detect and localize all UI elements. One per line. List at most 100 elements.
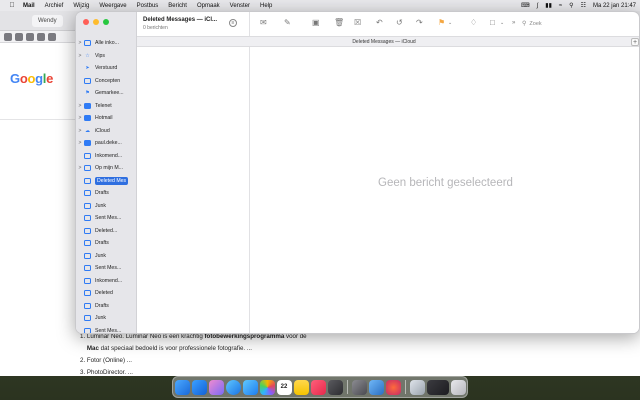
- firefox-icon[interactable]: [385, 379, 401, 395]
- fullscreen-icon[interactable]: [103, 19, 109, 25]
- mailbox-item[interactable]: Junk: [76, 200, 137, 213]
- message-list[interactable]: [137, 47, 250, 333]
- mail-icon[interactable]: [242, 379, 258, 395]
- mailbox-item[interactable]: Sent Mes...: [76, 325, 137, 333]
- battery-icon[interactable]: ▮▮: [545, 2, 552, 9]
- download-folder-icon[interactable]: [409, 379, 425, 395]
- mailbox-item[interactable]: Deleted Mes: [76, 175, 137, 188]
- search-placeholder: Zoek: [529, 20, 542, 27]
- mailbox-item[interactable]: Drafts: [76, 300, 137, 313]
- more-icon[interactable]: »: [512, 19, 515, 27]
- photos-icon[interactable]: [259, 379, 275, 395]
- chevron-right-icon[interactable]: >: [76, 115, 84, 121]
- flag-icon[interactable]: ⚑: [438, 19, 445, 27]
- tab-deleted-messages[interactable]: Deleted Messages — iCloud: [137, 39, 631, 45]
- menu-help[interactable]: Help: [255, 3, 277, 9]
- menu-venster[interactable]: Venster: [225, 3, 255, 9]
- menu-bericht[interactable]: Bericht: [163, 3, 192, 9]
- envelope-icon[interactable]: ✉: [260, 19, 267, 27]
- reply-icon[interactable]: ↶: [376, 19, 383, 27]
- chevron-right-icon[interactable]: >: [76, 140, 84, 146]
- chevron-right-icon[interactable]: >: [76, 53, 84, 59]
- mailbox-item[interactable]: Junk: [76, 250, 137, 263]
- wifi-icon[interactable]: ≈: [559, 3, 562, 9]
- mailbox-item[interactable]: Inkomend...: [76, 275, 137, 288]
- bookmark-icon[interactable]: [37, 32, 45, 41]
- tab-strip: Deleted Messages — iCloud +: [137, 36, 639, 47]
- mailbox-item[interactable]: Deleted...: [76, 225, 137, 238]
- trash-icon[interactable]: [450, 379, 466, 395]
- chevron-right-icon[interactable]: >: [76, 128, 84, 134]
- chevron-right-icon[interactable]: >: [76, 40, 84, 46]
- calendar-icon[interactable]: 22: [276, 379, 292, 395]
- new-tab-button[interactable]: +: [631, 38, 639, 46]
- trash-icon[interactable]: 🗑: [334, 19, 344, 27]
- minimize-icon[interactable]: [93, 19, 99, 25]
- screenshot-icon[interactable]: [327, 379, 343, 395]
- mailbox-item[interactable]: Sent Mes...: [76, 212, 137, 225]
- mailbox-label: Sent Mes...: [95, 265, 122, 272]
- menu-wijzig[interactable]: Wijzig: [68, 3, 94, 9]
- mailbox-item[interactable]: > Alle inko...: [76, 37, 137, 50]
- mailbox-item[interactable]: > ☁ iCloud: [76, 125, 137, 138]
- music-icon[interactable]: [310, 379, 326, 395]
- search-field[interactable]: ⚲ Zoek: [522, 18, 590, 29]
- mailbox-item[interactable]: Sent Mes...: [76, 262, 137, 275]
- chevron-right-icon[interactable]: >: [76, 103, 84, 109]
- chevron-down-icon[interactable]: ⌄: [448, 19, 452, 27]
- bookmark-icon[interactable]: [15, 32, 23, 41]
- bell-icon[interactable]: ♢: [470, 19, 477, 27]
- compose-icon[interactable]: ✎: [284, 19, 291, 27]
- mailbox-item[interactable]: > paul.deke...: [76, 137, 137, 150]
- bookmark-icon[interactable]: [26, 32, 34, 41]
- mailbox-item[interactable]: ➤ Verstuurd: [76, 62, 137, 75]
- mailbox-item[interactable]: > Op mijn M...: [76, 162, 137, 175]
- mailbox-item[interactable]: Drafts: [76, 237, 137, 250]
- notes-icon[interactable]: [293, 379, 309, 395]
- finder-icon[interactable]: [174, 379, 190, 395]
- menu-app-name[interactable]: Mail: [18, 3, 40, 9]
- control-center-icon[interactable]: ☷: [581, 2, 586, 9]
- launchpad-icon[interactable]: [208, 379, 224, 395]
- mailbox-item[interactable]: ⚑ Gemarkee...: [76, 87, 137, 100]
- app-store-icon[interactable]: [191, 379, 207, 395]
- forward-icon[interactable]: ↷: [416, 19, 423, 27]
- menu-weergave[interactable]: Weergave: [94, 3, 131, 9]
- mailbox-item[interactable]: > ☆ Vips: [76, 50, 137, 63]
- clock[interactable]: Ma 22 jan 21:47: [593, 3, 636, 9]
- search-icon[interactable]: ⚲: [569, 2, 573, 9]
- paperplane-icon: ➤: [85, 65, 90, 72]
- menu-archief[interactable]: Archief: [40, 3, 69, 9]
- archive-icon[interactable]: ▣: [312, 19, 320, 27]
- mailbox-item[interactable]: Deleted: [76, 287, 137, 300]
- google-logo[interactable]: Google: [10, 71, 53, 86]
- junk-icon[interactable]: ☒: [354, 19, 361, 27]
- safari-icon[interactable]: [225, 379, 241, 395]
- mailbox-item[interactable]: > Telenet: [76, 100, 137, 113]
- mailbox-label: Junk: [95, 315, 106, 322]
- move-to-mailbox-icon[interactable]: □: [490, 19, 495, 27]
- close-icon[interactable]: [83, 19, 89, 25]
- reply-all-icon[interactable]: ↺: [396, 19, 403, 27]
- mailbox-item[interactable]: Concepten: [76, 75, 137, 88]
- apple-menu-icon[interactable]: : [6, 2, 18, 9]
- chevron-right-icon[interactable]: >: [76, 165, 84, 171]
- mail-toolbar: ✉ ✎ ▣ 🗑 ☒ ↶ ↺ ↷ ⚑ ⌄ ♢ □ ⌄ » ⚲ Zoek: [250, 12, 639, 36]
- minimized-window-icon[interactable]: [426, 379, 449, 395]
- menu-opmaak[interactable]: Opmaak: [192, 3, 225, 9]
- menu-postbus[interactable]: Postbus: [132, 3, 164, 9]
- result-item[interactable]: 2. Fotor (Online) ...: [80, 355, 307, 367]
- mailbox-item[interactable]: Inkomend...: [76, 150, 137, 163]
- bluetooth-icon[interactable]: ∫: [537, 3, 539, 9]
- keyboard-icon[interactable]: ⌨: [521, 2, 530, 9]
- mailbox-item[interactable]: Junk: [76, 312, 137, 325]
- bookmark-icon[interactable]: [4, 32, 12, 41]
- mailbox-item[interactable]: Drafts: [76, 187, 137, 200]
- mailbox-item[interactable]: > Hotmail: [76, 112, 137, 125]
- bookmark-icon[interactable]: [48, 32, 56, 41]
- preview-icon[interactable]: [368, 379, 384, 395]
- app-icon[interactable]: [351, 379, 367, 395]
- chevron-down-icon[interactable]: ⌄: [500, 19, 504, 27]
- filter-icon[interactable]: ≡: [229, 19, 237, 27]
- browser-tab[interactable]: Wendy: [32, 14, 63, 27]
